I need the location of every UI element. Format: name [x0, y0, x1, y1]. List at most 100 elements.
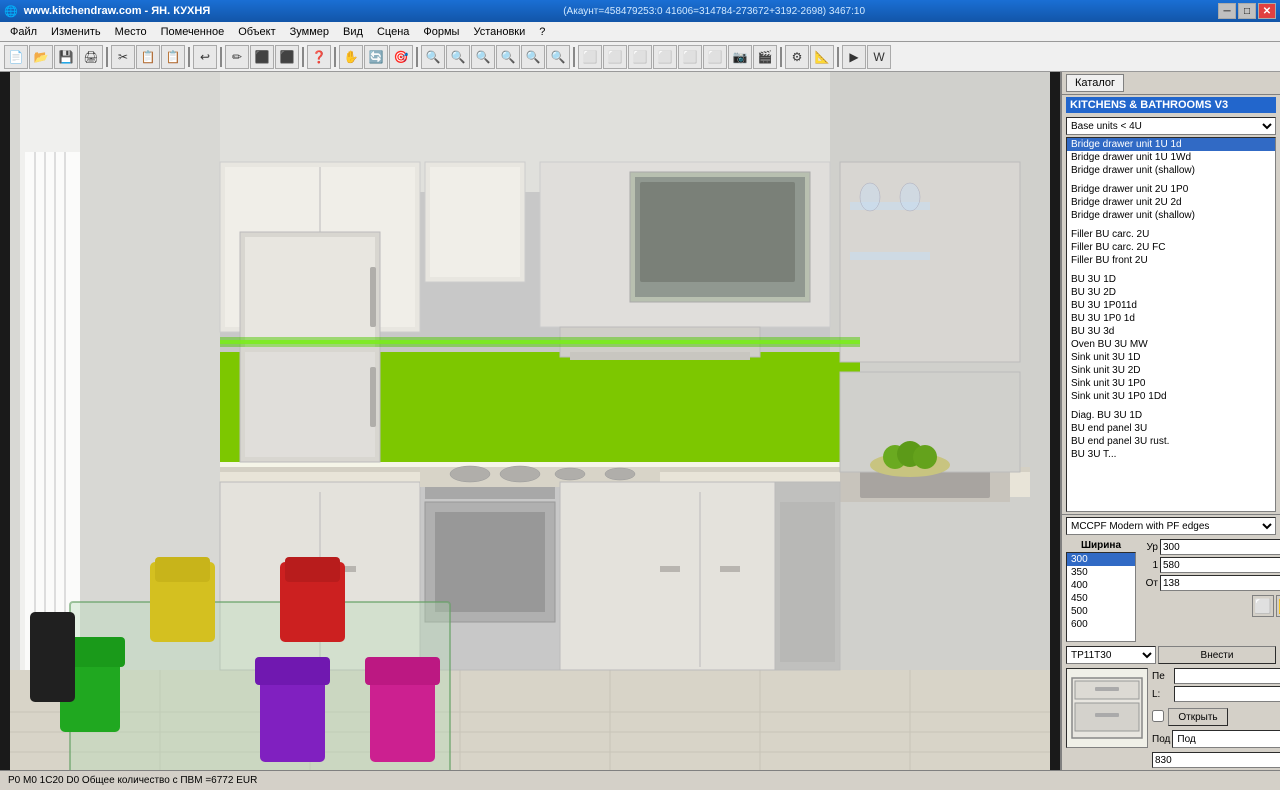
- width-item[interactable]: 600: [1067, 618, 1135, 631]
- toolbar-button[interactable]: 📄: [4, 45, 28, 69]
- bottom-val-input[interactable]: [1152, 752, 1280, 768]
- toolbar-button[interactable]: ⬜: [678, 45, 702, 69]
- menu-item-зуммер[interactable]: Зуммер: [284, 24, 335, 40]
- width-item[interactable]: 500: [1067, 605, 1135, 618]
- style-select[interactable]: МССРF Modern with PF edges: [1066, 517, 1276, 535]
- toolbar-button[interactable]: 🎬: [753, 45, 777, 69]
- list-item[interactable]: Oven BU 3U MW: [1067, 338, 1275, 351]
- menu-item-объект[interactable]: Объект: [232, 24, 281, 40]
- toolbar-button[interactable]: ✋: [339, 45, 363, 69]
- icon-btn-2[interactable]: 📐: [1276, 595, 1280, 617]
- width-item[interactable]: 300: [1067, 553, 1135, 566]
- model-select[interactable]: TP11T30: [1066, 646, 1156, 664]
- toolbar-button[interactable]: 📐: [810, 45, 834, 69]
- toolbar-button[interactable]: 🔍: [521, 45, 545, 69]
- toolbar-button[interactable]: ⬛: [250, 45, 274, 69]
- toolbar-button[interactable]: 📂: [29, 45, 53, 69]
- list-item[interactable]: Bridge drawer unit (shallow): [1067, 164, 1275, 177]
- ot-input[interactable]: [1160, 575, 1280, 591]
- item-list[interactable]: Bridge drawer unit 1U 1dBridge drawer un…: [1066, 137, 1276, 512]
- toolbar-button[interactable]: 🔍: [546, 45, 570, 69]
- toolbar-button[interactable]: ⬜: [703, 45, 727, 69]
- toolbar-button[interactable]: ⬜: [653, 45, 677, 69]
- toolbar-button[interactable]: 🔍: [471, 45, 495, 69]
- toolbar-button[interactable]: W: [867, 45, 891, 69]
- list-item[interactable]: BU 3U 1P011d: [1067, 299, 1275, 312]
- catalog-tab[interactable]: Каталог: [1066, 74, 1124, 92]
- yr-input[interactable]: [1160, 539, 1280, 555]
- menu-item-установки[interactable]: Установки: [467, 24, 531, 40]
- list-item[interactable]: BU 3U 2D: [1067, 286, 1275, 299]
- toolbar-button[interactable]: 💾: [54, 45, 78, 69]
- list-item[interactable]: Filler BU carc. 2U FC: [1067, 241, 1275, 254]
- menu-item-место[interactable]: Место: [109, 24, 153, 40]
- list-item[interactable]: Sink unit 3U 1P0 1Dd: [1067, 390, 1275, 403]
- list-item[interactable]: Diag. BU 3U 1D: [1067, 409, 1275, 422]
- i-input[interactable]: [1160, 557, 1280, 573]
- pod-select[interactable]: Под: [1172, 730, 1280, 748]
- list-item[interactable]: BU end panel 3U rust.: [1067, 435, 1275, 448]
- width-item[interactable]: 400: [1067, 579, 1135, 592]
- ot-row: От: [1138, 575, 1280, 591]
- menu-item-?[interactable]: ?: [533, 24, 551, 40]
- filter-select[interactable]: Base units < 4U: [1066, 117, 1276, 135]
- list-item[interactable]: Sink unit 3U 1P0: [1067, 377, 1275, 390]
- insert-button[interactable]: Внести: [1158, 646, 1276, 664]
- toolbar-button[interactable]: ✏: [225, 45, 249, 69]
- list-item[interactable]: BU 3U T...: [1067, 448, 1275, 461]
- list-item[interactable]: BU 3U 3d: [1067, 325, 1275, 338]
- toolbar-separator: [106, 47, 108, 67]
- toolbar-button[interactable]: 📋: [161, 45, 185, 69]
- list-item[interactable]: Sink unit 3U 1D: [1067, 351, 1275, 364]
- list-item[interactable]: Bridge drawer unit (shallow): [1067, 209, 1275, 222]
- width-list[interactable]: 300350400450500600: [1066, 552, 1136, 642]
- toolbar-button[interactable]: 🔍: [496, 45, 520, 69]
- toolbar-button[interactable]: 🔄: [364, 45, 388, 69]
- list-item[interactable]: BU end panel 3U: [1067, 422, 1275, 435]
- menu-item-формы[interactable]: Формы: [417, 24, 465, 40]
- toolbar-button[interactable]: ✂: [111, 45, 135, 69]
- toolbar-button[interactable]: ❓: [307, 45, 331, 69]
- toolbar-button[interactable]: 🔍: [421, 45, 445, 69]
- list-item[interactable]: Bridge drawer unit 1U 1Wd: [1067, 151, 1275, 164]
- toolbar-button[interactable]: 🎯: [389, 45, 413, 69]
- l-row: L:: [1152, 686, 1280, 702]
- width-item[interactable]: 450: [1067, 592, 1135, 605]
- list-item[interactable]: Filler BU front 2U: [1067, 254, 1275, 267]
- 3d-viewport[interactable]: [0, 72, 1060, 770]
- icon-btn-1[interactable]: ⬜: [1252, 595, 1274, 617]
- list-item[interactable]: Bridge drawer unit 1U 1d: [1067, 138, 1275, 151]
- l-input[interactable]: [1174, 686, 1280, 702]
- toolbar-button[interactable]: ⚙: [785, 45, 809, 69]
- close-button[interactable]: ✕: [1258, 3, 1276, 19]
- toolbar-button[interactable]: ⬜: [603, 45, 627, 69]
- list-item[interactable]: Filler BU carc. 2U: [1067, 228, 1275, 241]
- toolbar-button[interactable]: ↩: [193, 45, 217, 69]
- menu-item-помеченное[interactable]: Помеченное: [155, 24, 231, 40]
- toolbar-button[interactable]: ▶: [842, 45, 866, 69]
- menu-item-вид[interactable]: Вид: [337, 24, 369, 40]
- toolbar-button[interactable]: ⬜: [578, 45, 602, 69]
- list-item[interactable]: BU 3U 1D: [1067, 273, 1275, 286]
- list-item[interactable]: Sink unit 3U 2D: [1067, 364, 1275, 377]
- open-checkbox[interactable]: [1152, 710, 1164, 722]
- toolbar-button[interactable]: ⬛: [275, 45, 299, 69]
- toolbar-button[interactable]: 🔍: [446, 45, 470, 69]
- status-text: Р0 М0 1С20 D0 Общее количество с ПВМ =67…: [8, 775, 257, 786]
- menu-item-изменить[interactable]: Изменить: [45, 24, 107, 40]
- menu-item-сцена[interactable]: Сцена: [371, 24, 415, 40]
- list-item[interactable]: Bridge drawer unit 2U 1P0: [1067, 183, 1275, 196]
- maximize-button[interactable]: □: [1238, 3, 1256, 19]
- menu-item-файл[interactable]: Файл: [4, 24, 43, 40]
- toolbar-button[interactable]: 📷: [728, 45, 752, 69]
- app-title: www.kitchendraw.com - ЯН. КУХНЯ: [24, 5, 211, 17]
- width-item[interactable]: 350: [1067, 566, 1135, 579]
- list-item[interactable]: BU 3U 1P0 1d: [1067, 312, 1275, 325]
- p-input[interactable]: [1174, 668, 1280, 684]
- toolbar-button[interactable]: 📋: [136, 45, 160, 69]
- minimize-button[interactable]: ─: [1218, 3, 1236, 19]
- toolbar-button[interactable]: 🖨: [79, 45, 103, 69]
- open-button[interactable]: Открыть: [1168, 708, 1228, 726]
- toolbar-button[interactable]: ⬜: [628, 45, 652, 69]
- list-item[interactable]: Bridge drawer unit 2U 2d: [1067, 196, 1275, 209]
